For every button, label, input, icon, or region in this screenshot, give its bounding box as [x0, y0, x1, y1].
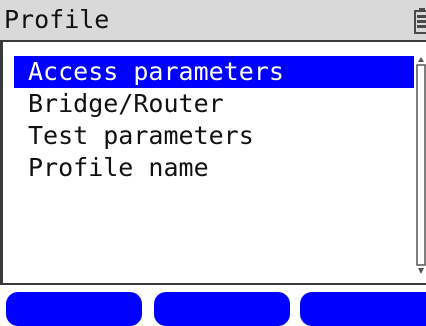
page-title: Profile — [4, 5, 110, 34]
battery-icon — [414, 8, 426, 34]
menu-item-access-parameters[interactable]: Access parameters — [14, 56, 414, 88]
title-bar: Profile — [0, 0, 426, 42]
menu-item-test-parameters[interactable]: Test parameters — [14, 120, 414, 152]
softkey-1-button[interactable] — [6, 292, 142, 326]
menu-item-profile-name[interactable]: Profile name — [14, 152, 414, 184]
scrollbar-thumb — [416, 64, 426, 266]
scroll-down-arrow-icon — [418, 268, 424, 274]
softkey-2-button[interactable] — [154, 292, 290, 326]
menu-item-label: Access parameters — [28, 57, 284, 86]
softkey-3-button[interactable] — [300, 292, 426, 326]
menu-item-label: Profile name — [28, 153, 209, 182]
device-screen: Profile Access parameters Bridge/Router … — [0, 0, 426, 326]
scrollbar[interactable] — [416, 56, 426, 276]
scroll-up-arrow-icon — [418, 57, 424, 62]
profile-menu: Access parameters Bridge/Router Test par… — [14, 56, 414, 184]
menu-item-label: Test parameters — [28, 121, 254, 150]
menu-item-bridge-router[interactable]: Bridge/Router — [14, 88, 414, 120]
menu-item-label: Bridge/Router — [28, 89, 224, 118]
softkey-bar — [0, 290, 426, 326]
